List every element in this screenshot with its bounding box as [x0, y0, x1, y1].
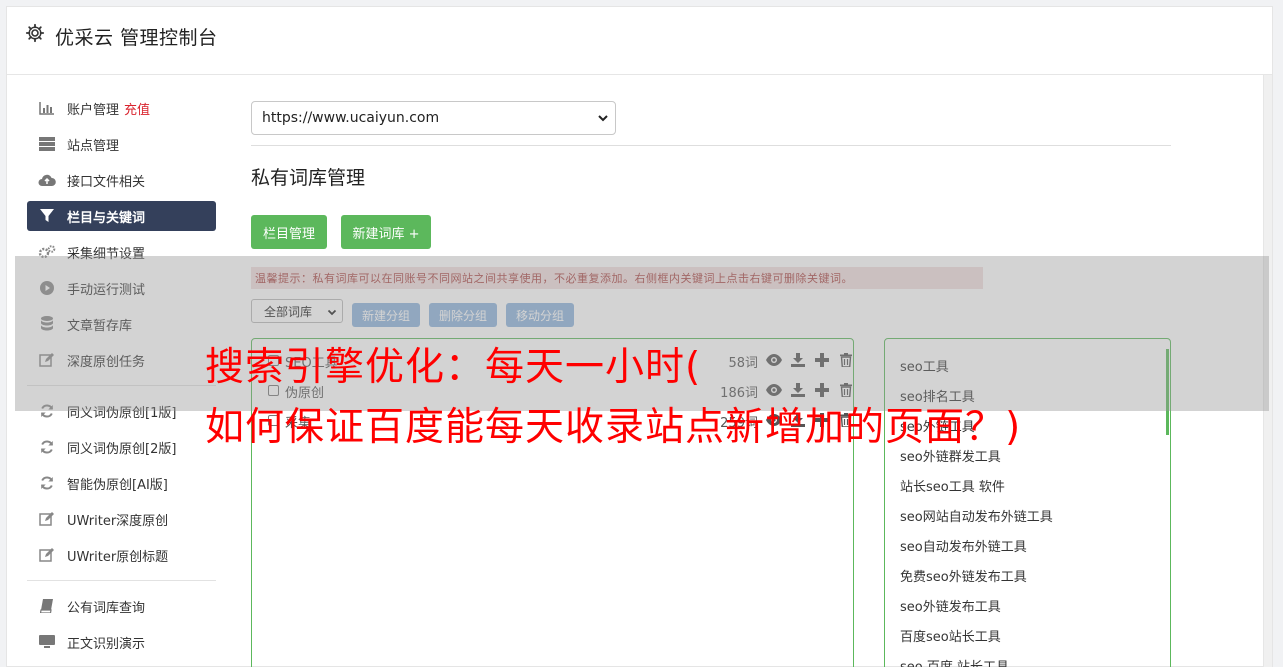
sidebar-item-text-recognition[interactable]: 正文识别演示 — [27, 627, 216, 657]
sidebar-item-label: UWriter深度原创 — [67, 513, 169, 529]
sidebar-item-label: UWriter原创标题 — [67, 549, 169, 565]
divider — [251, 145, 1171, 146]
sidebar-item-public-lexicon[interactable]: 公有词库查询 — [27, 591, 216, 621]
sidebar-item-columns-keywords[interactable]: 栏目与关键词 — [27, 201, 216, 231]
sidebar-item-label: 正文识别演示 — [67, 636, 146, 652]
server-icon — [37, 136, 57, 152]
app-title: 优采云 管理控制台 — [55, 27, 218, 49]
keyword-item[interactable]: seo网站自动发布外链工具 — [900, 506, 1053, 525]
new-lexicon-button[interactable]: 新建词库 + — [341, 215, 431, 249]
monitor-icon — [37, 634, 57, 650]
sidebar-item-account[interactable]: 账户管理 充值 — [27, 93, 216, 123]
keyword-item[interactable]: 免费seo外链发布工具 — [900, 566, 1027, 585]
filter-icon — [37, 208, 57, 224]
sidebar-item-label: 公有词库查询 — [67, 600, 146, 616]
bar-chart-icon — [37, 100, 57, 116]
book-icon — [37, 598, 57, 614]
caption-line-2: 如何保证百度能每天收录站点新增加的页面？) — [205, 405, 1022, 450]
keyword-item[interactable]: seo外链发布工具 — [900, 596, 1001, 615]
sidebar-item-uwriter-title[interactable]: UWriter原创标题 — [27, 540, 216, 570]
sidebar-item-ai-rewrite[interactable]: 智能伪原创[AI版] — [27, 468, 216, 498]
refresh-icon — [37, 439, 57, 455]
sidebar-divider — [27, 580, 216, 581]
sidebar-item-label: 账户管理 — [67, 102, 120, 118]
sidebar-item-label: 站点管理 — [67, 138, 120, 154]
sidebar-item-sites[interactable]: 站点管理 — [27, 129, 216, 159]
page-title: 私有词库管理 — [251, 167, 366, 189]
sidebar-item-label: 接口文件相关 — [67, 174, 146, 190]
gear-icon — [25, 23, 45, 43]
edit-icon — [37, 547, 57, 563]
caption-line-1: 搜索引擎优化：每天一小时( — [205, 345, 702, 390]
sidebar-item-label: 栏目与关键词 — [67, 210, 146, 226]
site-select-value: https://www.ucaiyun.com — [262, 110, 440, 126]
sidebar-item-label: 智能伪原创[AI版] — [67, 477, 168, 493]
sidebar-item-synonym-v2[interactable]: 同义词伪原创[2版] — [27, 432, 216, 462]
column-manage-button[interactable]: 栏目管理 — [251, 215, 327, 249]
top-header: 优采云 管理控制台 — [7, 7, 1272, 75]
sidebar-item-uwriter-deep[interactable]: UWriter深度原创 — [27, 504, 216, 534]
sidebar-item-label: 同义词伪原创[2版] — [67, 441, 177, 457]
keyword-item[interactable]: seo 百度 站长工具 — [900, 656, 1009, 667]
keyword-item[interactable]: 站长seo工具 软件 — [900, 476, 1005, 495]
edit-icon — [37, 511, 57, 527]
keyword-item[interactable]: seo自动发布外链工具 — [900, 536, 1027, 555]
keyword-item[interactable]: 百度seo站长工具 — [900, 626, 1001, 645]
refresh-icon — [37, 475, 57, 491]
cloud-upload-icon — [37, 172, 57, 188]
sidebar-item-api-files[interactable]: 接口文件相关 — [27, 165, 216, 195]
site-select[interactable]: https://www.ucaiyun.com — [251, 101, 616, 135]
recharge-link[interactable]: 充值 — [124, 99, 150, 118]
chevron-down-icon — [597, 112, 609, 128]
